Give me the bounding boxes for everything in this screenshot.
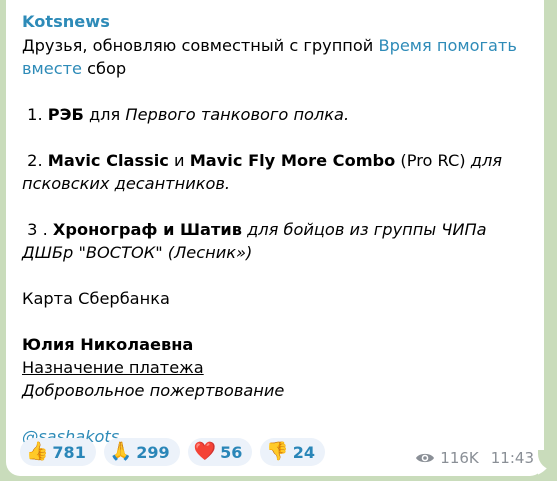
thumbs-up-icon: 👍: [26, 441, 49, 462]
reaction-count: 299: [136, 442, 170, 462]
purpose-label: Назначение платежа: [22, 358, 204, 377]
reaction-count: 56: [220, 442, 243, 462]
reaction-thumbs-up[interactable]: 👍 781: [20, 438, 96, 466]
intro-after-link: сбор: [82, 59, 127, 78]
item-2-bold-2: Mavic Fly More Combo: [189, 151, 396, 170]
reaction-thumbs-down[interactable]: 👎 24: [260, 438, 326, 466]
item-1-number: 1.: [27, 105, 48, 124]
item-2-plain: (Pro RC): [395, 151, 471, 170]
item-2: 2. Mavic Classic и Mavic Fly More Combo …: [22, 149, 532, 195]
thumbs-down-icon: 👎: [266, 441, 289, 462]
reaction-count: 781: [52, 442, 86, 462]
sender-name[interactable]: Kotsnews: [22, 10, 532, 34]
reactions-bar: 👍 781 🙏 299 ❤️ 56 👎 24: [20, 438, 326, 466]
intro-before-link: Друзья, обновляю совместный с группой: [22, 36, 379, 55]
item-2-bold-1: Mavic Classic: [47, 151, 169, 170]
reaction-count: 24: [292, 442, 316, 462]
item-3-number: 3 .: [27, 220, 53, 239]
item-2-number: 2.: [27, 151, 48, 170]
item-1-italic: Первого танкового полка.: [125, 105, 350, 124]
intro-text: Друзья, обновляю совместный с группой Вр…: [22, 34, 532, 80]
item-2-and: и: [168, 151, 190, 170]
bubble-tail: [538, 450, 552, 476]
item-1-plain: для: [83, 105, 126, 124]
item-1: 1. РЭБ для Первого танкового полка.: [22, 103, 532, 126]
purpose-value: Добровольное пожертвование: [22, 381, 285, 400]
timestamp: 11:43: [490, 449, 534, 467]
eye-icon: [416, 453, 435, 463]
message-meta: 116K 11:43: [415, 449, 534, 467]
item-1-bold: РЭБ: [47, 105, 84, 124]
reaction-pray[interactable]: 🙏 299: [103, 438, 180, 466]
view-count: 116K: [440, 449, 479, 467]
heart-icon: ❤️: [193, 441, 217, 462]
card-line: Карта Сбербанка: [22, 289, 170, 308]
pray-icon: 🙏: [109, 441, 133, 462]
message-bubble: Kotsnews Друзья, обновляю совместный с г…: [6, 0, 544, 476]
item-3: 3 . Хронограф и Шатив для бойцов из груп…: [22, 218, 532, 264]
reaction-heart[interactable]: ❤️ 56: [187, 438, 253, 466]
recipient-name: Юлия Николаевна: [22, 335, 194, 354]
item-3-bold: Хронограф и Шатив: [52, 220, 242, 239]
message-content: Kotsnews Друзья, обновляю совместный с г…: [22, 10, 532, 448]
